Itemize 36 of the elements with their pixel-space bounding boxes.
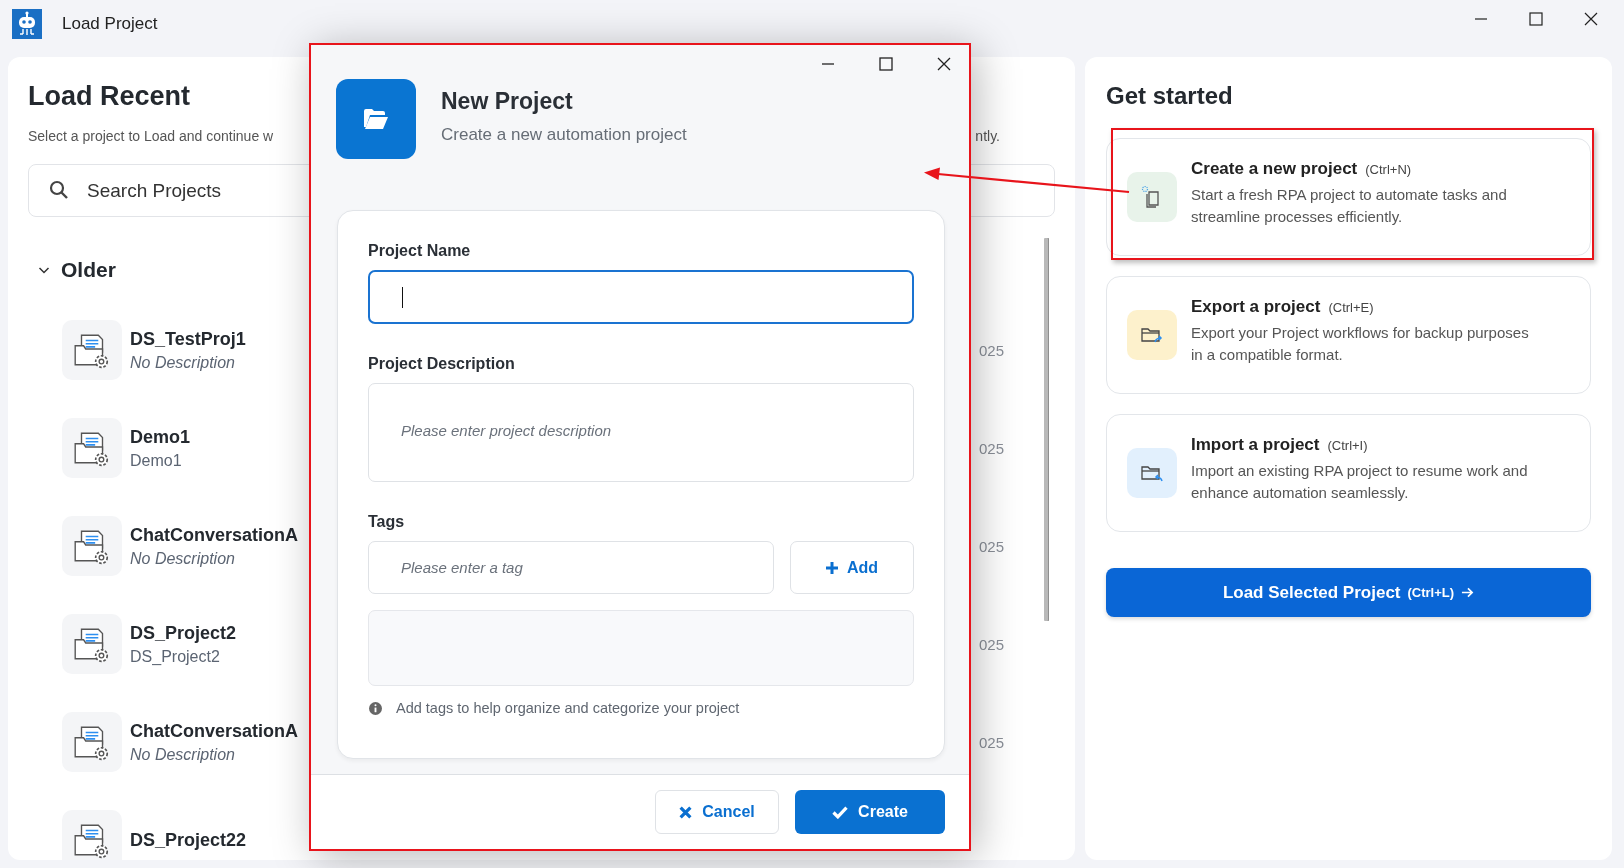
project-date: 025: [978, 635, 1004, 653]
hint-text: Add tags to help organize and categorize your project: [396, 700, 740, 716]
shortcut-label: (Ctrl+E): [1328, 299, 1374, 315]
field-label: Project Name: [368, 242, 471, 260]
project-description: No Description: [130, 549, 235, 568]
panel-subtitle: ntly.: [975, 128, 1000, 144]
project-name: DS_TestProj1: [130, 328, 246, 350]
panel-title: Get started: [1106, 81, 1233, 111]
project-name: ChatConversationA: [130, 524, 299, 546]
project-name: DS_Project2: [130, 622, 237, 644]
project-description: DS_Project2: [130, 647, 220, 666]
project-name: DS_Project22: [130, 829, 247, 851]
project-description: No Description: [130, 745, 235, 764]
project-date: 025: [978, 439, 1004, 457]
field-label: Project Description: [368, 355, 515, 373]
project-description: No Description: [130, 353, 235, 372]
action-description: Import an existing RPA project to resume work and enhance automation seamlessly.: [1191, 460, 1529, 503]
dialog-subtitle: Create a new automation project: [441, 124, 687, 145]
panel-subtitle: Select a project to Load and continue w: [28, 128, 274, 144]
shortcut-label: (Ctrl+N): [1365, 161, 1412, 177]
panel-title: Load Recent: [28, 80, 191, 113]
shortcut-label: (Ctrl+I): [1327, 437, 1368, 453]
dialog-title: New Project: [441, 87, 574, 115]
field-label: Tags: [368, 513, 405, 531]
action-title: Import a project: [1191, 434, 1320, 455]
action-title: Create a new project: [1191, 158, 1358, 179]
project-date: 025: [978, 733, 1004, 751]
project-name: ChatConversationA: [130, 720, 299, 742]
project-date: 025: [978, 537, 1004, 555]
action-title: Export a project: [1191, 296, 1321, 317]
action-description: Export your Project workflows for backup purposes in a compatible format.: [1191, 322, 1530, 365]
window-title: Load Project: [62, 13, 158, 34]
project-date: 025: [978, 341, 1004, 359]
project-description: Demo1: [130, 451, 182, 470]
project-name: Demo1: [130, 426, 191, 448]
action-description: Start a fresh RPA project to automate tasks and streamline processes efficiently.: [1191, 184, 1508, 227]
